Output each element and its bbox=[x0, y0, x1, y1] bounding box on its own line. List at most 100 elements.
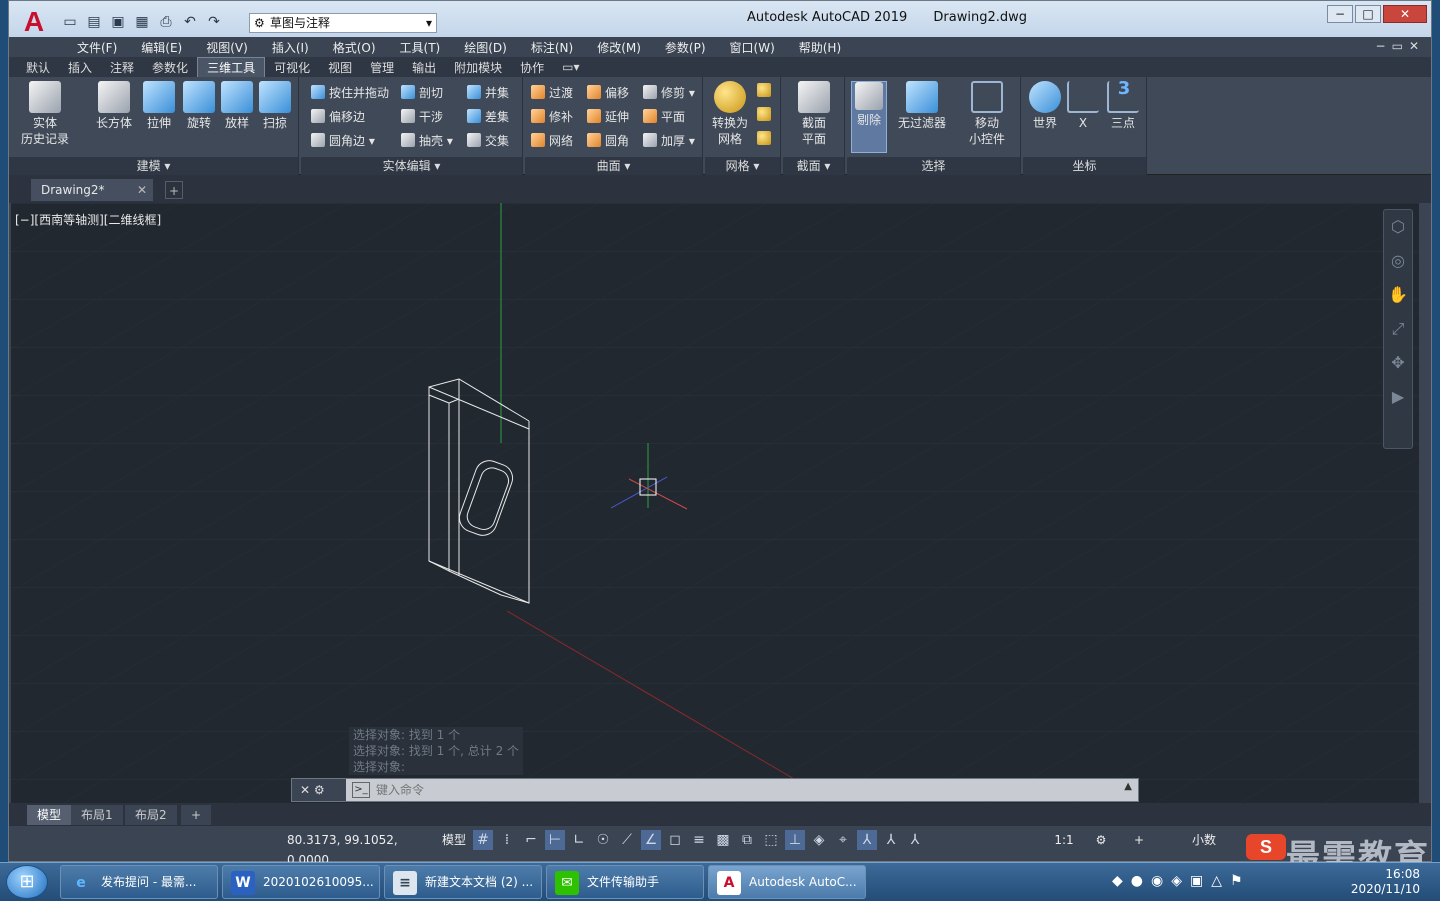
viewport-controls-label[interactable]: [−][西南等轴测][二维线框] bbox=[15, 211, 161, 228]
tab-annotate[interactable]: 注释 bbox=[101, 58, 143, 77]
selection-filter-icon[interactable]: ◈ bbox=[809, 830, 829, 850]
coordinates-readout[interactable]: 80.3173, 99.1052, 0.0000 bbox=[287, 830, 435, 867]
redo-icon[interactable]: ↷ bbox=[205, 13, 223, 31]
pan-hand-icon[interactable]: ✋ bbox=[1384, 278, 1412, 312]
menu-insert[interactable]: 插入(I) bbox=[260, 39, 321, 56]
ribbon-toggle-icon[interactable]: ▭▾ bbox=[553, 59, 588, 75]
menu-view[interactable]: 视图(V) bbox=[194, 39, 260, 56]
taskbar-item-word[interactable]: W 2020102610095... bbox=[222, 865, 380, 899]
panel-surface-label[interactable]: 曲面 ▾ bbox=[525, 157, 702, 175]
taskbar-item-autocad[interactable]: A Autodesk AutoC... bbox=[708, 865, 866, 899]
maximize-icon[interactable]: □ bbox=[1355, 5, 1381, 23]
taskbar-item-notepad[interactable]: ≡ 新建文本文档 (2) ... bbox=[384, 865, 542, 899]
patch-button[interactable]: 修补 bbox=[531, 109, 573, 125]
minimize-icon[interactable]: − bbox=[1327, 5, 1353, 23]
doc-tab-close-icon[interactable]: ✕ bbox=[137, 179, 147, 201]
thicken-button[interactable]: 加厚 ▾ bbox=[643, 133, 695, 149]
tab-manage[interactable]: 管理 bbox=[361, 58, 403, 77]
revolve-button[interactable]: 旋转 bbox=[179, 81, 219, 131]
doc-window-controls[interactable]: −▭✕ bbox=[1376, 39, 1425, 53]
convert-to-mesh-button[interactable]: 转换为 网格 bbox=[707, 81, 753, 147]
ortho-icon[interactable]: ∟ bbox=[569, 830, 589, 850]
infer-icon[interactable]: ⌐ bbox=[521, 830, 541, 850]
tab-3d-tools[interactable]: 三维工具 bbox=[197, 57, 266, 77]
tab-parametric[interactable]: 参数化 bbox=[143, 58, 197, 77]
tab-collaborate[interactable]: 协作 bbox=[511, 58, 553, 77]
wrench-icon[interactable]: ⚙ bbox=[314, 783, 325, 797]
menu-tools[interactable]: 工具(T) bbox=[388, 39, 453, 56]
drawing-canvas[interactable]: [−][西南等轴测][二维线框] ⬡ ◎ ✋ ⤢ ✥ ▶ 选择对象: 找到 1 … bbox=[11, 203, 1419, 803]
dynamic-ucs-icon[interactable]: ⊥ bbox=[785, 830, 805, 850]
new-icon[interactable]: ▭ bbox=[61, 13, 79, 31]
sweep-button[interactable]: 扫掠 bbox=[255, 81, 295, 131]
loft-button[interactable]: 放样 bbox=[217, 81, 257, 131]
section-plane-button[interactable]: 截面 平面 bbox=[791, 81, 837, 147]
network-button[interactable]: 网络 bbox=[531, 133, 573, 149]
clock[interactable]: 16:08 2020/11/10 bbox=[1351, 867, 1420, 897]
undo-icon[interactable]: ↶ bbox=[181, 13, 199, 31]
menu-window[interactable]: 窗口(W) bbox=[718, 39, 787, 56]
offset-edge-button[interactable]: 偏移边 bbox=[311, 109, 365, 125]
ucs-3point-button[interactable]: 3 三点 bbox=[1105, 80, 1141, 131]
fillet-edge-button[interactable]: 圆角边 ▾ bbox=[311, 133, 375, 149]
menu-parametric[interactable]: 参数(P) bbox=[653, 39, 718, 56]
tab-output[interactable]: 输出 bbox=[403, 58, 445, 77]
intersect-button[interactable]: 交集 bbox=[467, 133, 509, 149]
dynamic-input-icon[interactable]: ⊢ bbox=[545, 830, 565, 850]
start-button-icon[interactable]: ⊞ bbox=[6, 865, 48, 899]
save-as-icon[interactable]: ▦ bbox=[133, 13, 151, 31]
trim-button[interactable]: 修剪 ▾ bbox=[643, 85, 695, 101]
menu-help[interactable]: 帮助(H) bbox=[787, 39, 853, 56]
taskbar-item-wechat[interactable]: ✉ 文件传输助手 bbox=[546, 865, 704, 899]
panel-mesh-label[interactable]: 网格 ▾ bbox=[705, 157, 780, 175]
extend-button[interactable]: 延伸 bbox=[587, 109, 629, 125]
mesh-tool-2-icon[interactable] bbox=[757, 107, 775, 123]
save-icon[interactable]: ▣ bbox=[109, 13, 127, 31]
planar-button[interactable]: 平面 bbox=[643, 109, 685, 125]
ucs-world-button[interactable]: 世界 bbox=[1027, 81, 1063, 131]
transparency-icon[interactable]: ▩ bbox=[713, 830, 733, 850]
zoom-extents-icon[interactable]: ⤢ bbox=[1384, 312, 1412, 346]
taskbar-item-browser[interactable]: e 发布提问 - 最需... bbox=[60, 865, 218, 899]
blend-button[interactable]: 过渡 bbox=[531, 85, 573, 101]
tray-icons[interactable]: ◆●◉◈▣△⚑ bbox=[1112, 873, 1251, 889]
move-gizmo-button[interactable]: 移动 小控件 bbox=[961, 81, 1013, 147]
mesh-tool-1-icon[interactable] bbox=[757, 83, 775, 99]
presspull-button[interactable]: 按住并拖动 bbox=[311, 85, 389, 101]
orbit-icon[interactable]: ✥ bbox=[1384, 346, 1412, 380]
tab-default[interactable]: 默认 bbox=[17, 58, 59, 77]
tab-layout1[interactable]: 布局1 bbox=[71, 805, 123, 825]
box-button[interactable]: 长方体 bbox=[89, 81, 139, 131]
snap-icon[interactable]: ⁞ bbox=[497, 830, 517, 850]
union-button[interactable]: 并集 bbox=[467, 85, 509, 101]
tab-addins[interactable]: 附加模块 bbox=[445, 58, 511, 77]
print-icon[interactable]: ⎙ bbox=[157, 13, 175, 31]
isodraft-icon[interactable]: ⟋ bbox=[617, 830, 637, 850]
add-layout-plus-icon[interactable]: + bbox=[181, 805, 212, 825]
command-input[interactable] bbox=[350, 781, 1110, 799]
open-icon[interactable]: ▤ bbox=[85, 13, 103, 31]
app-logo-icon[interactable]: A bbox=[13, 6, 55, 37]
panel-section-label[interactable]: 截面 ▾ bbox=[783, 157, 844, 175]
culling-button[interactable]: 剔除 bbox=[851, 81, 887, 153]
annotation-scale-icon[interactable]: ⅄ bbox=[905, 830, 925, 850]
object-snap-tracking-icon[interactable]: ∠ bbox=[641, 830, 661, 850]
panel-modeling-label[interactable]: 建模 ▾ bbox=[9, 157, 298, 175]
no-filter-button[interactable]: 无过滤器 bbox=[895, 81, 949, 131]
tab-view[interactable]: 视图 bbox=[319, 58, 361, 77]
doc-tab-drawing2[interactable]: Drawing2* ✕ bbox=[31, 179, 153, 201]
menu-format[interactable]: 格式(O) bbox=[321, 39, 388, 56]
viewcube-icon[interactable]: ⬡ bbox=[1384, 210, 1412, 244]
grid-icon[interactable]: # bbox=[473, 830, 493, 850]
tab-layout2[interactable]: 布局2 bbox=[125, 805, 177, 825]
tab-model[interactable]: 模型 bbox=[27, 805, 72, 825]
object-snap-icon[interactable]: ◻ bbox=[665, 830, 685, 850]
surface-offset-button[interactable]: 偏移 bbox=[587, 85, 629, 101]
command-history-toggle-icon[interactable]: ▲ bbox=[1124, 781, 1132, 792]
steering-wheel-icon[interactable]: ◎ bbox=[1384, 244, 1412, 278]
auto-scale-icon[interactable]: ⅄ bbox=[881, 830, 901, 850]
units-dropdown[interactable]: 小数 bbox=[1159, 830, 1249, 850]
menu-edit[interactable]: 编辑(E) bbox=[129, 39, 194, 56]
panel-solid-edit-label[interactable]: 实体编辑 ▾ bbox=[301, 157, 522, 175]
tab-insert[interactable]: 插入 bbox=[59, 58, 101, 77]
